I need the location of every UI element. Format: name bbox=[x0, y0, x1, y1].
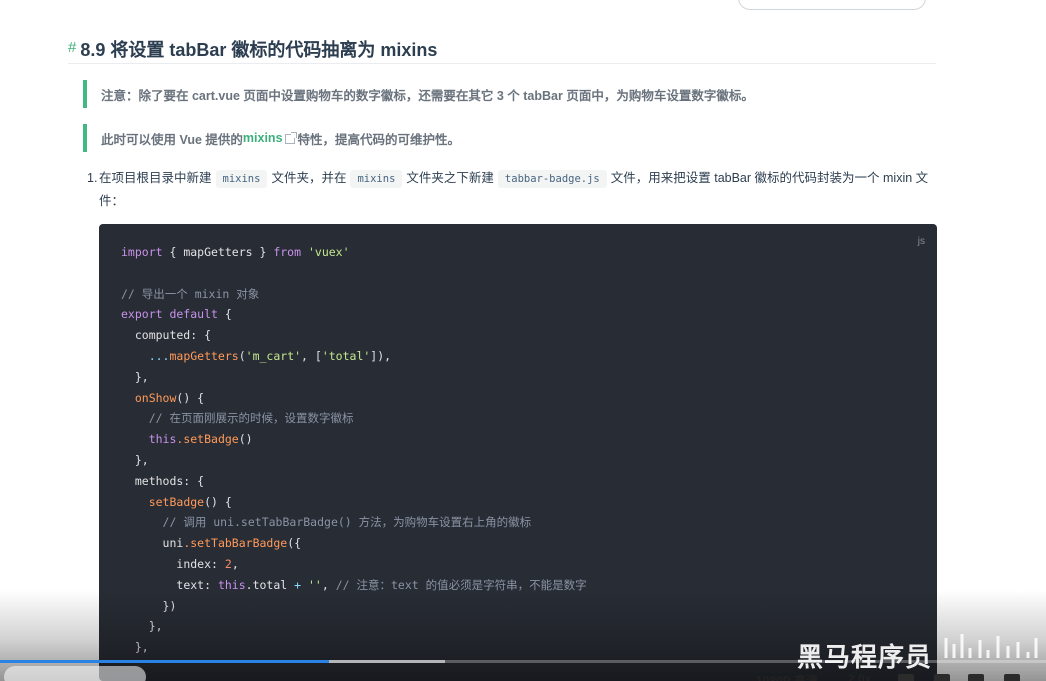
settings-icon[interactable] bbox=[934, 674, 950, 681]
quality-selector[interactable]: 1080P 高清 bbox=[756, 672, 818, 681]
inline-code-tabbar-badge: tabbar-badge.js bbox=[497, 170, 607, 188]
tip-text-after: 特性，提高代码的可维护性。 bbox=[297, 132, 461, 147]
heading-anchor-link[interactable]: # bbox=[68, 39, 76, 56]
tip-text-before: 此时可以使用 Vue 提供的 bbox=[101, 132, 243, 147]
tip-note-cart: 注意：除了要在 cart.vue 页面中设置购物车的数字徽标，还需要在其它 3 … bbox=[83, 80, 933, 108]
search-input[interactable] bbox=[738, 0, 926, 10]
player-controls: 1080P 高清 2.0x bbox=[0, 663, 1046, 681]
section-heading: # 8.9 将设置 tabBar 徽标的代码抽离为 mixins bbox=[68, 36, 936, 64]
code-block: js import { mapGetters } from 'vuex' // … bbox=[99, 224, 937, 681]
code-language-label: js bbox=[917, 236, 925, 247]
danmaku-icon[interactable] bbox=[968, 674, 984, 681]
code-content: import { mapGetters } from 'vuex' // 导出一… bbox=[121, 245, 587, 655]
volume-icon[interactable] bbox=[898, 674, 914, 681]
tip-text: 注意：除了要在 cart.vue 页面中设置购物车的数字徽标，还需要在其它 3 … bbox=[101, 88, 754, 103]
speed-selector[interactable]: 2.0x bbox=[848, 672, 871, 681]
tip-note-mixins: 此时可以使用 Vue 提供的 mixins 特性，提高代码的可维护性。 bbox=[83, 124, 933, 152]
step-text-3: 文件夹之下新建 bbox=[406, 171, 494, 185]
list-number: 1. bbox=[87, 171, 98, 185]
watermark-decoration-icon bbox=[944, 634, 1038, 658]
inline-code-mixins-2: mixins bbox=[350, 170, 403, 188]
mixins-link[interactable]: mixins bbox=[243, 131, 283, 145]
page-title: 8.9 将设置 tabBar 徽标的代码抽离为 mixins bbox=[80, 40, 438, 60]
external-link-icon bbox=[284, 132, 297, 144]
inline-code-mixins: mixins bbox=[215, 170, 268, 188]
fullscreen-icon[interactable] bbox=[1004, 674, 1020, 681]
step-text-2: 文件夹，并在 bbox=[271, 171, 347, 185]
list-item-step-1: 1. 在项目根目录中新建 mixins 文件夹，并在 mixins 文件夹之下新建 tab… bbox=[87, 167, 937, 212]
player-title-pill[interactable] bbox=[4, 666, 146, 681]
step-text-1: 在项目根目录中新建 bbox=[99, 171, 212, 185]
